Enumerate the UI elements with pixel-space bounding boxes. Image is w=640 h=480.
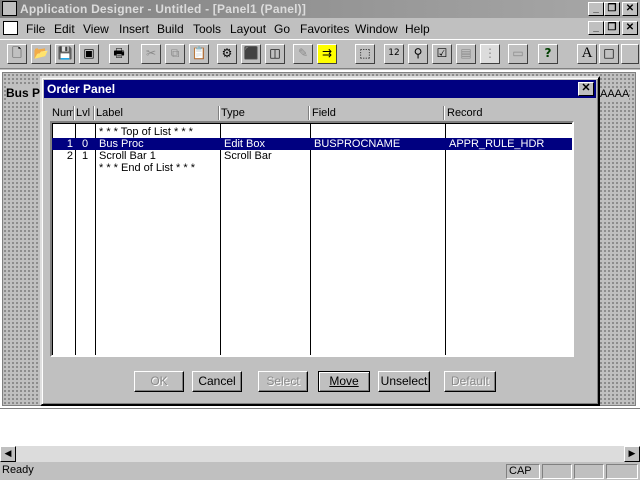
cell-type: Edit Box xyxy=(224,138,265,150)
scroll-left-icon[interactable]: ◀ xyxy=(0,446,16,462)
test-icon[interactable]: ⚲ xyxy=(408,44,428,64)
column-divider[interactable] xyxy=(93,106,95,120)
help-icon[interactable]: ? xyxy=(538,44,558,64)
mdi-restore-button[interactable]: ❐ xyxy=(604,21,620,35)
new-icon[interactable]: 🗋 xyxy=(7,44,27,64)
dialog-title-bar: Order Panel ✕ xyxy=(44,80,596,98)
menu-insert[interactable]: Insert xyxy=(119,22,149,36)
column-header-label[interactable]: Label xyxy=(96,107,123,119)
menu-bar: File Edit View Insert Build Tools Layout… xyxy=(0,19,640,38)
validate-icon[interactable]: ☑ xyxy=(432,44,452,64)
column-divider[interactable] xyxy=(218,106,220,120)
copy-icon[interactable]: ⧉ xyxy=(165,44,185,64)
order-panel-dialog: Order Panel ✕ Num Lvl Label Type Field R… xyxy=(40,76,600,406)
text-icon[interactable]: A xyxy=(577,44,597,64)
select-icon[interactable]: ⬚ xyxy=(355,44,375,64)
cell-field: BUSPROCNAME xyxy=(314,138,401,150)
cell-num: 1 xyxy=(66,138,73,150)
document-icon[interactable] xyxy=(3,21,18,35)
cell-type: Scroll Bar xyxy=(224,150,272,162)
column-header-record[interactable]: Record xyxy=(447,107,482,119)
print-icon[interactable]: 🖶 xyxy=(109,44,129,64)
app-icon[interactable] xyxy=(2,1,17,16)
order-list[interactable]: * * * Top of List * * * 1 0 Bus Proc Edi… xyxy=(50,121,574,357)
menu-tools[interactable]: Tools xyxy=(193,22,221,36)
field-icon[interactable]: ▭ xyxy=(508,44,528,64)
cell-label: Bus Proc xyxy=(99,138,144,150)
menu-help[interactable]: Help xyxy=(405,22,430,36)
column-divider[interactable] xyxy=(443,106,445,120)
save-all-icon[interactable]: ▣ xyxy=(79,44,99,64)
horizontal-scrollbar[interactable]: ◀ ▶ xyxy=(0,446,640,462)
column-header-lvl[interactable]: Lvl xyxy=(76,107,90,119)
table-row[interactable]: 2 1 Scroll Bar 1 Scroll Bar xyxy=(52,150,572,162)
output-window[interactable] xyxy=(0,408,640,446)
menu-layout[interactable]: Layout xyxy=(230,22,266,36)
column-divider[interactable] xyxy=(73,106,75,120)
menu-file[interactable]: File xyxy=(26,22,45,36)
mdi-minimize-button[interactable]: _ xyxy=(588,21,604,35)
status-scrl xyxy=(574,464,604,479)
window-title: Application Designer - Untitled - [Panel… xyxy=(20,2,307,16)
status-num xyxy=(542,464,572,479)
menu-window[interactable]: Window xyxy=(355,22,398,36)
status-bar: Ready CAP xyxy=(0,463,640,480)
properties-icon[interactable]: ⚙ xyxy=(217,44,237,64)
cell-label: * * * End of List * * * xyxy=(99,162,195,174)
component-icon[interactable]: ⬛ xyxy=(241,44,261,64)
insert-field-icon[interactable]: ⇉ xyxy=(317,44,337,64)
panel-field-label[interactable]: Bus P xyxy=(6,86,41,100)
open-icon[interactable]: 📂 xyxy=(31,44,51,64)
cell-label: * * * Top of List * * * xyxy=(99,126,193,138)
toolbar: 🗋 📂 💾 ▣ 🖶 ✂ ⧉ 📋 ⚙ ⬛ ◫ ✎ ⇉ ⬚ 12 ⚲ ☑ ▤ ⋮ ▭… xyxy=(0,39,640,69)
cut-icon[interactable]: ✂ xyxy=(141,44,161,64)
save-icon[interactable]: 💾 xyxy=(55,44,75,64)
default-button[interactable]: Default xyxy=(444,371,496,392)
minimize-button[interactable]: _ xyxy=(588,2,604,16)
status-ovr xyxy=(606,464,638,479)
status-cap: CAP xyxy=(506,464,540,479)
cell-num: 2 xyxy=(66,150,73,162)
edit-icon[interactable]: ✎ xyxy=(293,44,313,64)
cell-record: APPR_RULE_HDR xyxy=(449,138,545,150)
ok-button[interactable]: OK xyxy=(134,371,184,392)
column-header-num[interactable]: Num xyxy=(52,107,75,119)
cancel-button[interactable]: Cancel xyxy=(192,371,242,392)
project-icon[interactable]: ◫ xyxy=(265,44,285,64)
list-item-top-of-list[interactable]: * * * Top of List * * * xyxy=(52,126,572,138)
cell-label: Scroll Bar 1 xyxy=(99,150,156,162)
more-tools-icon[interactable] xyxy=(621,44,639,64)
menu-favorites[interactable]: Favorites xyxy=(300,22,349,36)
cell-lvl: 1 xyxy=(82,150,89,162)
cell-lvl: 0 xyxy=(82,138,89,150)
paste-icon[interactable]: 📋 xyxy=(189,44,209,64)
menu-edit[interactable]: Edit xyxy=(54,22,75,36)
list-item-end-of-list[interactable]: * * * End of List * * * xyxy=(52,162,572,174)
menu-go[interactable]: Go xyxy=(274,22,290,36)
view-icon[interactable]: ▤ xyxy=(456,44,476,64)
grid-icon[interactable]: ⋮ xyxy=(480,44,500,64)
status-text: Ready xyxy=(2,464,34,476)
order-icon[interactable]: 12 xyxy=(384,44,404,64)
column-header-field[interactable]: Field xyxy=(312,107,336,119)
title-bar: Application Designer - Untitled - [Panel… xyxy=(0,0,640,18)
panel-field-edit-box[interactable]: AAAA xyxy=(600,88,630,100)
select-button[interactable]: Select xyxy=(258,371,308,392)
dialog-close-button[interactable]: ✕ xyxy=(578,82,594,96)
menu-view[interactable]: View xyxy=(83,22,109,36)
frame-icon[interactable]: □ xyxy=(599,44,619,64)
close-button[interactable]: ✕ xyxy=(622,2,638,16)
maximize-button[interactable]: ❐ xyxy=(604,2,620,16)
mdi-close-button[interactable]: ✕ xyxy=(622,21,638,35)
move-button[interactable]: Move xyxy=(318,371,370,392)
table-row-selected[interactable]: 1 0 Bus Proc Edit Box BUSPROCNAME APPR_R… xyxy=(52,138,572,150)
menu-build[interactable]: Build xyxy=(157,22,184,36)
column-divider[interactable] xyxy=(308,106,310,120)
dialog-title: Order Panel xyxy=(47,82,116,96)
scroll-right-icon[interactable]: ▶ xyxy=(624,446,640,462)
column-header-type[interactable]: Type xyxy=(221,107,245,119)
unselect-button[interactable]: Unselect xyxy=(378,371,430,392)
